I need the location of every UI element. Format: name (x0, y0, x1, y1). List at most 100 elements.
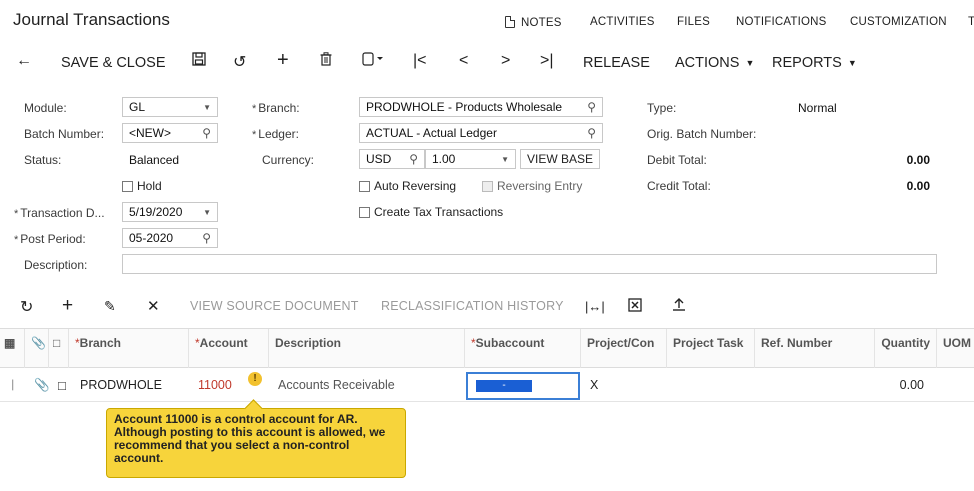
orig-batch-label: Orig. Batch Number: (647, 127, 757, 141)
row-selector-icon[interactable]: ▦ (0, 329, 24, 369)
currency-label: Currency: (262, 153, 315, 167)
release-button[interactable]: RELEASE (583, 52, 650, 74)
credit-total-label: Credit Total: (647, 179, 711, 193)
excel-export-icon[interactable] (628, 298, 642, 315)
status-value: Balanced (129, 153, 180, 167)
refresh-icon[interactable]: ↻ (20, 297, 33, 317)
subaccount-value[interactable]: - (476, 380, 532, 392)
note-icon[interactable]: □ (52, 368, 68, 402)
next-record-icon[interactable]: > (501, 52, 510, 70)
search-icon[interactable]: ⚲ (587, 100, 596, 114)
batch-number-field[interactable]: <NEW> ⚲ (122, 123, 218, 143)
module-select[interactable]: GL ▼ (122, 97, 218, 117)
fit-columns-icon[interactable]: |↔| (585, 299, 605, 314)
cell-account[interactable]: 11000 (192, 368, 242, 402)
column-header-description[interactable]: Description (268, 329, 464, 369)
search-icon[interactable]: ⚲ (202, 126, 211, 140)
description-label: Description: (24, 258, 88, 272)
currency-rate-field[interactable]: 1.00 ▼ (425, 149, 516, 169)
chevron-down-icon: ▼ (203, 207, 211, 217)
chevron-down-icon: ▼ (847, 58, 857, 68)
save-close-button[interactable]: SAVE & CLOSE (61, 52, 166, 74)
cell-description[interactable]: Accounts Receivable (272, 368, 462, 402)
ledger-field[interactable]: ACTUAL - Actual Ledger ⚲ (359, 123, 603, 143)
checkbox-icon[interactable] (122, 181, 133, 192)
nav-files[interactable]: FILES (677, 16, 710, 28)
branch-label: * Branch: (252, 101, 300, 115)
first-record-icon[interactable]: |< (413, 52, 427, 70)
ledger-label: * Ledger: (252, 127, 299, 141)
reports-menu[interactable]: REPORTS ▼ (772, 52, 857, 74)
type-label: Type: (647, 101, 677, 115)
delete-row-icon[interactable]: ✕ (147, 297, 160, 315)
view-source-document-button[interactable]: VIEW SOURCE DOCUMENT (190, 299, 359, 313)
nav-customization[interactable]: CUSTOMIZATION (850, 16, 947, 28)
attachment-icon: 📎 (24, 329, 48, 369)
description-field[interactable] (122, 254, 937, 274)
column-header-ref-number[interactable]: Ref. Number (754, 329, 874, 369)
debit-total-value: 0.00 (906, 153, 930, 167)
credit-total-value: 0.00 (906, 179, 930, 193)
view-base-button[interactable]: VIEW BASE (520, 149, 601, 169)
column-header-project[interactable]: Project/Con (580, 329, 666, 369)
add-row-icon[interactable]: + (62, 295, 73, 317)
post-period-label: * Post Period: (14, 232, 86, 246)
cell-branch[interactable]: PRODWHOLE (74, 368, 184, 402)
column-header-quantity[interactable]: Quantity (874, 329, 936, 369)
undo-icon[interactable]: ↺ (233, 52, 246, 72)
warning-tooltip-text: Account 11000 is a control account for A… (114, 412, 386, 465)
upload-icon[interactable] (672, 297, 686, 315)
page-title: Journal Transactions (13, 10, 170, 29)
subaccount-editor[interactable]: - (466, 372, 580, 400)
cell-quantity[interactable]: 0.00 (874, 368, 930, 402)
warning-tooltip: Account 11000 is a control account for A… (106, 408, 406, 478)
checkbox-icon (482, 181, 493, 192)
prev-record-icon[interactable]: < (459, 52, 468, 70)
reclassification-history-button[interactable]: RECLASSIFICATION HISTORY (381, 299, 564, 313)
cell-project[interactable]: X (584, 368, 644, 402)
module-label: Module: (24, 101, 67, 115)
nav-notifications[interactable]: NOTIFICATIONS (736, 16, 827, 28)
transaction-date-field[interactable]: 5/19/2020 ▼ (122, 202, 218, 222)
note-icon (505, 16, 515, 28)
column-header-branch[interactable]: *Branch (68, 329, 188, 369)
column-header-project-task[interactable]: Project Task (666, 329, 754, 369)
hold-checkbox[interactable]: Hold (122, 179, 162, 193)
column-header-subaccount[interactable]: *Subaccount (464, 329, 580, 369)
type-value: Normal (798, 101, 837, 115)
copy-paste-icon[interactable] (362, 52, 384, 71)
delete-icon[interactable] (320, 52, 332, 71)
last-record-icon[interactable]: >| (540, 52, 554, 70)
transaction-date-label: * Transaction D... (14, 206, 105, 220)
search-icon[interactable]: ⚲ (587, 126, 596, 140)
search-icon[interactable]: ⚲ (202, 231, 211, 245)
row-edit-icon[interactable]: ∣ (4, 368, 24, 402)
post-period-field[interactable]: 05-2020 ⚲ (122, 228, 218, 248)
auto-reversing-checkbox[interactable]: Auto Reversing (359, 179, 456, 193)
chevron-down-icon: ▼ (203, 102, 211, 112)
chevron-down-icon: ▼ (745, 58, 755, 68)
nav-activities[interactable]: ACTIVITIES (590, 16, 655, 28)
column-header-uom[interactable]: UOM (936, 329, 974, 369)
branch-field[interactable]: PRODWHOLE - Products Wholesale ⚲ (359, 97, 603, 117)
grid-header: ▦ 📎 □ *Branch *Account Description *Suba… (0, 328, 974, 369)
actions-menu[interactable]: ACTIONS ▼ (675, 52, 754, 74)
save-icon[interactable] (192, 52, 206, 71)
nav-more[interactable]: T (968, 16, 974, 28)
edit-icon[interactable]: ✎ (104, 298, 116, 315)
search-icon[interactable]: ⚲ (409, 152, 418, 166)
attachment-icon[interactable]: 📎 (28, 368, 50, 402)
currency-field[interactable]: USD ⚲ (359, 149, 425, 169)
checkbox-icon[interactable] (359, 207, 370, 218)
chevron-down-icon: ▼ (501, 154, 509, 164)
column-header-account[interactable]: *Account (188, 329, 268, 369)
add-icon[interactable]: + (277, 49, 289, 72)
warning-icon[interactable]: ! (248, 372, 262, 386)
create-tax-checkbox[interactable]: Create Tax Transactions (359, 205, 503, 219)
back-arrow-icon[interactable]: ← (16, 52, 32, 70)
nav-notes[interactable]: NOTES (505, 16, 562, 29)
debit-total-label: Debit Total: (647, 153, 707, 167)
note-icon: □ (48, 329, 68, 369)
status-label: Status: (24, 153, 62, 167)
checkbox-icon[interactable] (359, 181, 370, 192)
